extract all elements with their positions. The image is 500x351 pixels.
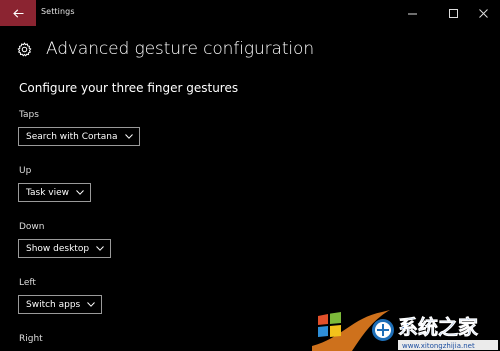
left-dropdown-value: Switch apps	[26, 299, 81, 310]
right-label: Right	[19, 334, 43, 344]
chevron-down-icon	[96, 246, 104, 251]
taps-label: Taps	[19, 110, 39, 120]
minimize-icon	[407, 13, 417, 14]
watermark-url: www.xitongzhijia.net	[402, 342, 475, 350]
back-button[interactable]	[0, 0, 36, 26]
up-dropdown-value: Task view	[26, 187, 70, 198]
chevron-down-icon	[87, 302, 96, 307]
down-dropdown-value: Show desktop	[26, 243, 90, 254]
gear-icon	[17, 41, 32, 56]
left-label: Left	[19, 278, 36, 288]
page-header: Advanced gesture configuration	[17, 38, 314, 60]
up-label: Up	[19, 166, 32, 176]
watermark-site-name: 系统之家	[398, 315, 479, 339]
up-dropdown[interactable]: Task view	[18, 183, 92, 202]
close-icon	[478, 8, 488, 18]
down-label: Down	[19, 222, 45, 232]
chevron-down-icon	[124, 134, 133, 139]
chevron-down-icon	[76, 190, 84, 195]
maximize-icon	[448, 8, 458, 18]
section-title: Configure your three finger gestures	[19, 81, 239, 95]
close-button[interactable]	[468, 0, 498, 26]
site-watermark-logo: 系统之家 www.xitongzhijia.net	[312, 310, 498, 351]
app-title: Settings	[41, 7, 75, 16]
left-dropdown[interactable]: Switch apps	[18, 295, 103, 314]
back-arrow-icon	[12, 8, 23, 18]
taps-dropdown[interactable]: Search with Cortana	[18, 127, 140, 146]
taps-dropdown-value: Search with Cortana	[26, 131, 118, 142]
settings-window: Settings Advanced gesture configuration …	[0, 0, 500, 351]
down-dropdown[interactable]: Show desktop	[18, 239, 112, 258]
maximize-button[interactable]	[438, 0, 468, 26]
page-title: Advanced gesture configuration	[46, 39, 314, 59]
minimize-button[interactable]	[397, 0, 427, 26]
title-bar: Settings	[0, 0, 500, 26]
